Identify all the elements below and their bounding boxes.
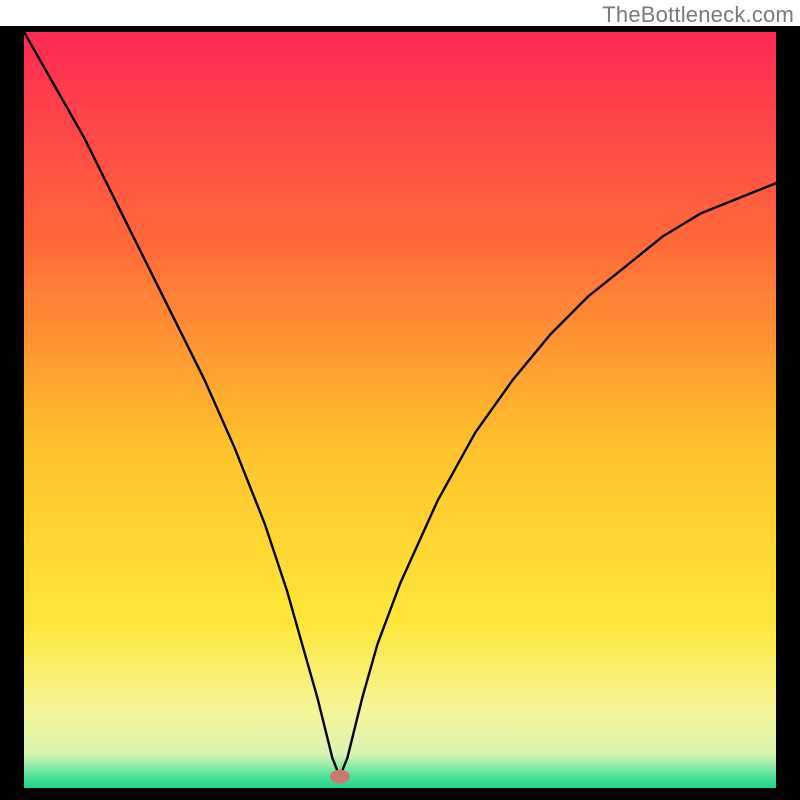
bottleneck-chart	[0, 0, 800, 800]
chart-plot-area	[24, 32, 776, 788]
watermark-text: TheBottleneck.com	[602, 2, 794, 28]
optimum-marker	[330, 770, 350, 784]
chart-container: TheBottleneck.com	[0, 0, 800, 800]
